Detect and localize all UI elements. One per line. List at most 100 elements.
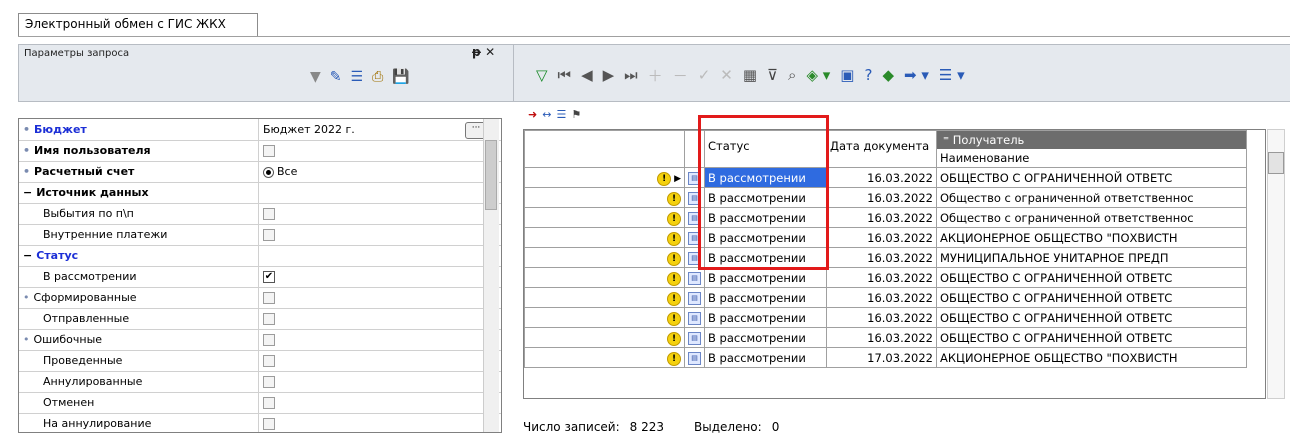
row-indicator-cell[interactable]: ! bbox=[524, 207, 685, 228]
param-row[interactable]: • Имя пользователя bbox=[19, 140, 501, 162]
row-indicator-cell[interactable]: ! bbox=[524, 247, 685, 268]
param-marker[interactable]: − bbox=[23, 186, 32, 199]
recipient-name-cell[interactable]: ОБЩЕСТВО С ОГРАНИЧЕННОЙ ОТВЕТС bbox=[936, 267, 1247, 288]
list-options-icon[interactable]: ☰ ▾ bbox=[939, 66, 965, 84]
last-record-icon[interactable]: ⏭ bbox=[624, 66, 638, 84]
param-row[interactable]: Отменен bbox=[19, 392, 501, 414]
funnel-icon[interactable]: ▽ bbox=[536, 66, 548, 84]
param-row[interactable]: Отправленные bbox=[19, 308, 501, 330]
export-icon[interactable]: ◈ ▾ bbox=[806, 66, 830, 84]
table-row[interactable]: ! ▤ В рассмотрении 16.03.2022 ОБЩЕСТВО С ОГР… bbox=[524, 327, 1247, 348]
checklist-icon[interactable]: ☰ bbox=[556, 108, 566, 121]
date-cell[interactable]: 16.03.2022 bbox=[826, 287, 937, 308]
date-cell[interactable]: 16.03.2022 bbox=[826, 207, 937, 228]
param-checkbox[interactable] bbox=[263, 313, 275, 325]
param-value[interactable]: Бюджет 2022 г. ··· bbox=[259, 119, 501, 140]
date-header[interactable]: Дата документа bbox=[826, 130, 937, 168]
date-cell[interactable]: 17.03.2022 bbox=[826, 347, 937, 368]
radio-icon[interactable] bbox=[263, 166, 274, 178]
param-row[interactable]: Внутренние платежи bbox=[19, 224, 501, 246]
table-row[interactable]: ! ▤ В рассмотрении 16.03.2022 АКЦИОНЕРНОЕ ОБ… bbox=[524, 227, 1247, 248]
param-value[interactable]: ✔ bbox=[259, 266, 501, 287]
table-row[interactable]: ! ▤ В рассмотрении 16.03.2022 ОБЩЕСТВО С ОГР… bbox=[524, 267, 1247, 288]
row-indicator-cell[interactable]: ! bbox=[524, 267, 685, 288]
recipient-group-header[interactable]: ⁼ Получатель bbox=[937, 131, 1246, 149]
param-row[interactable]: Аннулированные bbox=[19, 371, 501, 393]
param-value[interactable]: Все bbox=[259, 161, 501, 182]
row-indicator-cell[interactable]: ! bbox=[524, 227, 685, 248]
table-row[interactable]: ! ▤ В рассмотрении 16.03.2022 Общество с огр… bbox=[524, 187, 1247, 208]
table-row[interactable]: ! ▤ В рассмотрении 16.03.2022 Общество с огр… bbox=[524, 207, 1247, 228]
param-row[interactable]: Проведенные bbox=[19, 350, 501, 372]
doc-icon-cell[interactable]: ▤ bbox=[684, 347, 705, 368]
param-value[interactable] bbox=[259, 350, 501, 371]
recipient-name-cell[interactable]: МУНИЦИПАЛЬНОЕ УНИТАРНОЕ ПРЕДП bbox=[936, 247, 1247, 268]
prev-record-icon[interactable]: ◀ bbox=[581, 66, 593, 84]
table-row[interactable]: ! ▤ В рассмотрении 16.03.2022 МУНИЦИПАЛЬНОЕ … bbox=[524, 247, 1247, 268]
param-value[interactable] bbox=[259, 203, 501, 224]
param-checkbox[interactable] bbox=[263, 334, 275, 346]
param-value[interactable] bbox=[259, 140, 501, 161]
recipient-name-cell[interactable]: Общество с ограниченной ответственнос bbox=[936, 207, 1247, 228]
param-checkbox[interactable] bbox=[263, 376, 275, 388]
param-value[interactable] bbox=[259, 371, 501, 392]
import-icon[interactable]: ➜ bbox=[528, 108, 537, 121]
recipient-header[interactable]: ⁼ Получатель Наименование bbox=[936, 130, 1247, 168]
param-row[interactable]: • Ошибочные bbox=[19, 329, 501, 351]
row-indicator-cell[interactable]: ! bbox=[524, 327, 685, 348]
recipient-name-cell[interactable]: ОБЩЕСТВО С ОГРАНИЧЕННОЙ ОТВЕТС bbox=[936, 287, 1247, 308]
param-value[interactable] bbox=[259, 413, 501, 432]
filter-icon[interactable]: ⊽ bbox=[767, 66, 778, 84]
print-icon[interactable]: ⎙ bbox=[372, 69, 383, 85]
date-cell[interactable]: 16.03.2022 bbox=[826, 307, 937, 328]
param-row[interactable]: На аннулирование bbox=[19, 413, 501, 432]
param-checkbox[interactable] bbox=[263, 208, 275, 220]
close-icon[interactable]: ✕ bbox=[485, 45, 495, 59]
row-indicator-cell[interactable]: ! bbox=[524, 287, 685, 308]
param-row[interactable]: • Расчетный счет Все bbox=[19, 161, 501, 183]
param-checkbox[interactable] bbox=[263, 418, 275, 430]
brush-icon[interactable]: ✎ bbox=[330, 69, 342, 85]
row-indicator-cell[interactable]: ! ▶ bbox=[524, 167, 685, 188]
status-cell[interactable]: В рассмотрении bbox=[704, 287, 827, 308]
table-row[interactable]: ! ▤ В рассмотрении 16.03.2022 ОБЩЕСТВО С ОГР… bbox=[524, 287, 1247, 308]
status-cell[interactable]: В рассмотрении bbox=[704, 347, 827, 368]
date-cell[interactable]: 16.03.2022 bbox=[826, 187, 937, 208]
date-cell[interactable]: 16.03.2022 bbox=[826, 267, 937, 288]
row-indicator-cell[interactable]: ! bbox=[524, 347, 685, 368]
status-cell[interactable]: В рассмотрении bbox=[704, 267, 827, 288]
recipient-name-cell[interactable]: ОБЩЕСТВО С ОГРАНИЧЕННОЙ ОТВЕТС bbox=[936, 167, 1247, 188]
tab-gis-exchange[interactable]: Электронный обмен с ГИС ЖКХ bbox=[18, 13, 258, 37]
table-row[interactable]: ! ▤ В рассмотрении 16.03.2022 ОБЩЕСТВО С ОГР… bbox=[524, 307, 1247, 328]
recipient-name-header[interactable]: Наименование bbox=[938, 149, 1246, 167]
table-row[interactable]: ! ▶ ▤ В рассмотрении 16.03.2022 ОБЩЕСТВО С О… bbox=[524, 167, 1247, 188]
list-icon[interactable]: ☰ bbox=[351, 69, 364, 85]
param-value[interactable] bbox=[259, 308, 501, 329]
window-icon[interactable]: ▣ bbox=[840, 66, 854, 84]
recipient-name-cell[interactable]: АКЦИОНЕРНОЕ ОБЩЕСТВО "ПОХВИСТН bbox=[936, 347, 1247, 368]
date-cell[interactable]: 16.03.2022 bbox=[826, 327, 937, 348]
help-icon[interactable]: ? bbox=[864, 66, 872, 84]
expand-icon[interactable]: ↔ bbox=[542, 108, 551, 121]
save-icon[interactable]: 💾 bbox=[392, 69, 409, 85]
search-icon[interactable]: ⌕ bbox=[788, 66, 796, 84]
pin-icon[interactable]: ᵽ bbox=[472, 45, 481, 59]
grid-scroll-thumb[interactable] bbox=[1268, 152, 1284, 174]
table-row[interactable]: ! ▤ В рассмотрении 17.03.2022 АКЦИОНЕРНОЕ ОБ… bbox=[524, 347, 1247, 368]
date-cell[interactable]: 16.03.2022 bbox=[826, 227, 937, 248]
status-cell[interactable]: В рассмотрении bbox=[704, 307, 827, 328]
param-row[interactable]: − Источник данных bbox=[19, 182, 501, 204]
recipient-name-cell[interactable]: ОБЩЕСТВО С ОГРАНИЧЕННОЙ ОТВЕТС bbox=[936, 307, 1247, 328]
first-record-icon[interactable]: ⏮ bbox=[558, 66, 572, 84]
row-indicator-cell[interactable]: ! bbox=[524, 187, 685, 208]
params-scroll-thumb[interactable] bbox=[485, 140, 497, 210]
doc-icon-cell[interactable]: ▤ bbox=[684, 307, 705, 328]
move-icon[interactable]: ➡ ▾ bbox=[904, 66, 929, 84]
recipient-name-cell[interactable]: ОБЩЕСТВО С ОГРАНИЧЕННОЙ ОТВЕТС bbox=[936, 327, 1247, 348]
param-checkbox[interactable] bbox=[263, 229, 275, 241]
doc-icon-cell[interactable]: ▤ bbox=[684, 327, 705, 348]
columns-icon[interactable]: ◆ bbox=[882, 66, 894, 84]
date-cell[interactable]: 16.03.2022 bbox=[826, 167, 937, 188]
param-value[interactable] bbox=[259, 287, 501, 308]
param-checkbox[interactable]: ✔ bbox=[263, 271, 275, 283]
